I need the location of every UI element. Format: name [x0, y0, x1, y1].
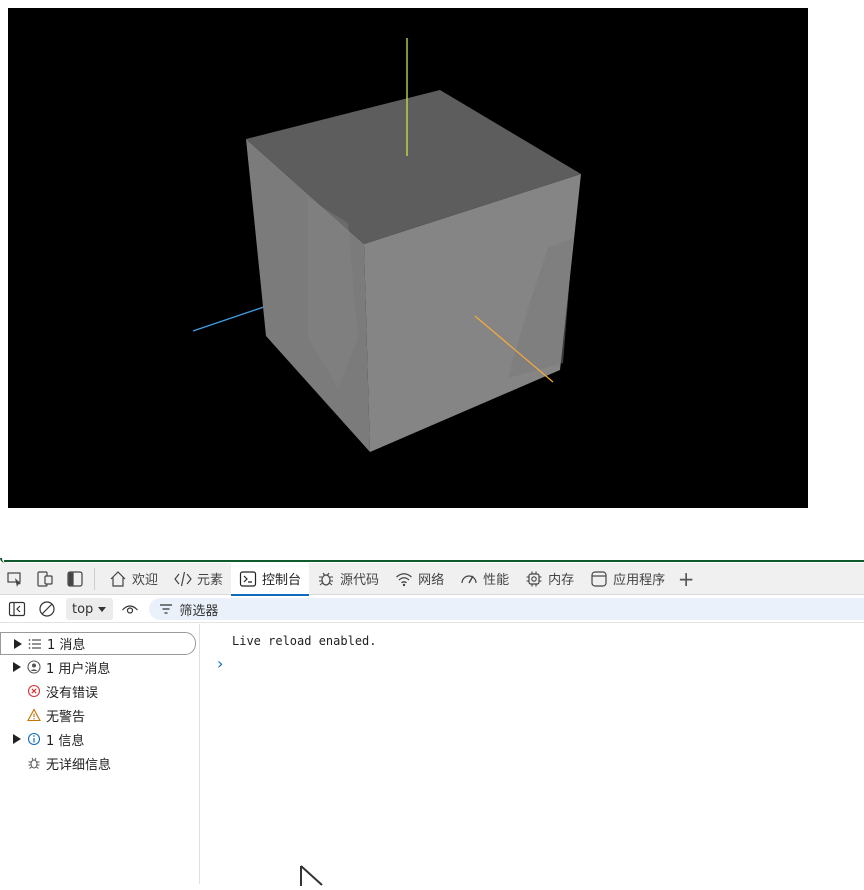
- tab-application[interactable]: 应用程序: [582, 563, 673, 595]
- show-sidebar-icon[interactable]: [4, 596, 30, 623]
- tab-label: 元素: [197, 573, 224, 588]
- sidebar-item-info[interactable]: 1 信息: [0, 727, 199, 751]
- sidebar-item-label: 没有错误: [46, 685, 99, 701]
- dock-side-icon[interactable]: [60, 563, 90, 595]
- chip-icon: [526, 571, 542, 586]
- page-viewport: [0, 0, 864, 562]
- device-emulation-icon[interactable]: [30, 563, 60, 595]
- sidebar-item-errors[interactable]: 没有错误: [0, 679, 199, 703]
- console-toolbar: top 筛选器: [0, 596, 864, 623]
- expand-arrow-icon[interactable]: [12, 734, 22, 744]
- code-icon: [174, 571, 192, 586]
- console-log-area[interactable]: Live reload enabled. ›: [201, 624, 864, 884]
- devtools-tab-bar: 欢迎 元素 控制台 源代码 网络 性能 内存 应用程序 +: [0, 562, 864, 596]
- sidebar-item-warnings[interactable]: 无警告: [0, 703, 199, 727]
- gauge-icon: [461, 574, 477, 583]
- sidebar-item-messages[interactable]: 1 消息: [0, 632, 196, 655]
- console-icon: [239, 570, 257, 587]
- bug-icon: [26, 755, 42, 771]
- sidebar-item-user-messages[interactable]: 1 用户消息: [0, 655, 199, 679]
- list-icon: [27, 636, 43, 652]
- context-selector[interactable]: top: [66, 598, 114, 620]
- mouse-cursor-icon: [298, 864, 328, 886]
- tab-label: 性能: [483, 573, 510, 588]
- tab-welcome[interactable]: 欢迎: [101, 563, 166, 595]
- webgl-canvas[interactable]: [8, 8, 808, 508]
- filter-placeholder: 筛选器: [179, 603, 219, 619]
- warning-icon: [26, 707, 42, 723]
- tab-label: 控制台: [262, 573, 302, 588]
- sidebar-item-label: 1 信息: [46, 733, 85, 749]
- tab-memory[interactable]: 内存: [517, 563, 582, 595]
- tab-network[interactable]: 网络: [387, 563, 452, 595]
- tab-label: 欢迎: [132, 573, 159, 588]
- tab-label: 源代码: [340, 573, 380, 588]
- scene-drawing: [8, 8, 808, 508]
- console-prompt-icon[interactable]: ›: [217, 654, 223, 673]
- filter-input[interactable]: 筛选器: [149, 598, 864, 620]
- app-window-icon: [591, 570, 607, 587]
- filter-icon: [160, 604, 173, 614]
- tab-label: 应用程序: [613, 573, 666, 588]
- sidebar-item-label: 1 消息: [47, 638, 86, 653]
- bug-icon: [319, 572, 334, 586]
- info-icon: [26, 731, 42, 747]
- sidebar-item-verbose[interactable]: 无详细信息: [0, 751, 199, 775]
- tab-label: 内存: [548, 573, 575, 588]
- add-tab-button[interactable]: +: [673, 563, 699, 595]
- console-sidebar: 1 消息 1 用户消息 没有错误 无警告 1 信息 无详细信息: [0, 624, 200, 884]
- expand-arrow-icon[interactable]: [12, 662, 22, 672]
- console-message: Live reload enabled.: [232, 634, 377, 648]
- devtools-panel: 欢迎 元素 控制台 源代码 网络 性能 内存 应用程序 + top 筛选器 1 …: [0, 562, 864, 884]
- live-expression-eye-icon[interactable]: [117, 596, 143, 623]
- user-icon: [26, 659, 42, 675]
- tab-performance[interactable]: 性能: [452, 563, 517, 595]
- wifi-icon: [396, 572, 412, 586]
- tab-elements[interactable]: 元素: [166, 563, 231, 595]
- context-value: top: [72, 601, 94, 617]
- home-icon: [110, 570, 126, 587]
- sidebar-item-label: 1 用户消息: [46, 661, 111, 677]
- tab-label: 网络: [418, 573, 445, 588]
- inspect-element-icon[interactable]: [0, 563, 30, 595]
- tab-sources[interactable]: 源代码: [309, 563, 387, 595]
- sidebar-item-label: 无警告: [46, 709, 86, 725]
- clear-console-icon[interactable]: [34, 596, 60, 623]
- sidebar-item-label: 无详细信息: [46, 757, 112, 773]
- error-icon: [26, 683, 42, 699]
- tab-console[interactable]: 控制台: [231, 562, 310, 596]
- caret-down-icon: [98, 607, 107, 612]
- expand-arrow-icon[interactable]: [13, 638, 23, 649]
